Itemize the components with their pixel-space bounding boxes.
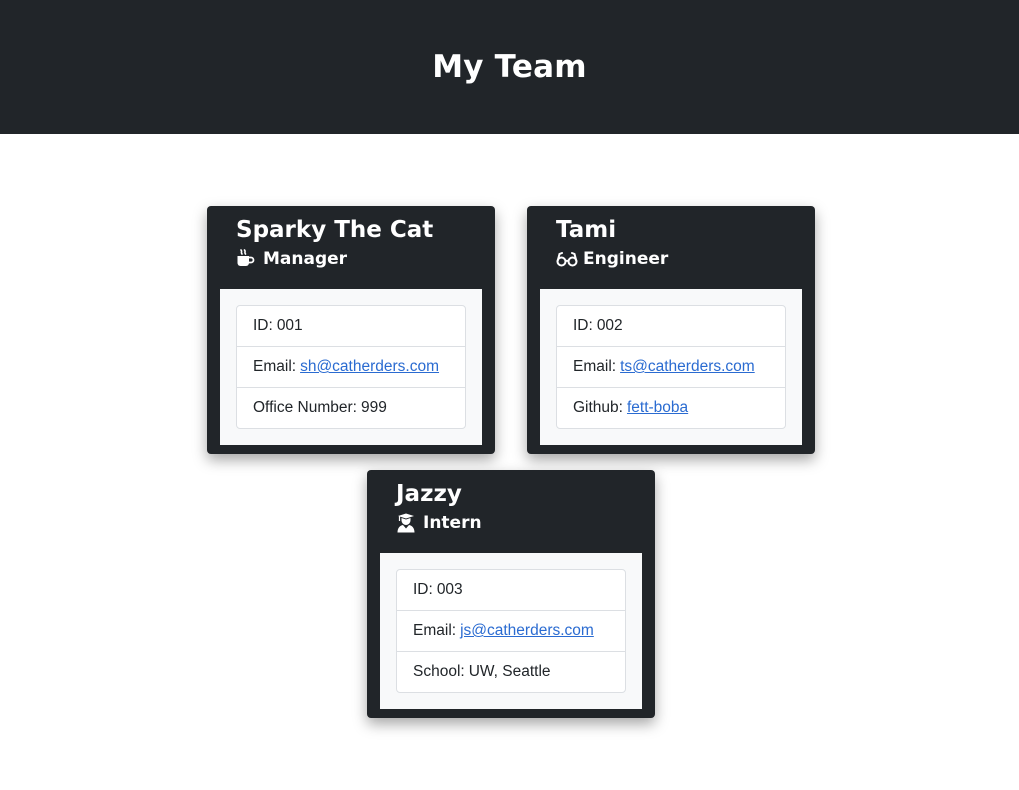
employee-card-intern: Jazzy Intern ID: 003 Email: js@catherder…: [367, 470, 655, 718]
id-value: 002: [596, 317, 623, 334]
page-title: My Team: [432, 49, 587, 85]
id-value: 003: [436, 581, 463, 598]
email-link[interactable]: ts@catherders.com: [620, 358, 755, 376]
email-link[interactable]: sh@catherders.com: [300, 358, 439, 376]
card-body: ID: 003 Email: js@catherders.com School:…: [380, 553, 642, 709]
id-item: ID: 002: [557, 306, 785, 347]
email-link[interactable]: js@catherders.com: [460, 622, 594, 640]
office-number-label: Office Number:: [253, 399, 357, 416]
id-value: 001: [276, 317, 303, 334]
card-header: Tami Engineer: [556, 214, 805, 271]
employee-name: Jazzy: [396, 481, 462, 507]
email-item: Email: ts@catherders.com: [557, 347, 785, 388]
glasses-icon: [556, 249, 578, 269]
office-number-value: 999: [360, 399, 387, 416]
card-body: ID: 001 Email: sh@catherders.com Office …: [220, 289, 482, 445]
email-label: Email:: [573, 358, 617, 375]
employee-role: Engineer: [556, 247, 805, 271]
info-list: ID: 003 Email: js@catherders.com School:…: [396, 569, 626, 693]
school-label: School:: [413, 663, 465, 680]
role-label: Intern: [423, 513, 482, 533]
employee-role: Manager: [236, 247, 485, 271]
email-label: Email:: [413, 622, 457, 639]
info-list: ID: 001 Email: sh@catherders.com Office …: [236, 305, 466, 429]
mug-hot-icon: [236, 249, 258, 269]
employee-role: Intern: [396, 511, 645, 535]
employee-card-engineer: Tami Engineer ID: 002 Email: ts@catherde…: [527, 206, 815, 454]
employee-name: Sparky The Cat: [236, 217, 434, 243]
card-header: Jazzy Intern: [396, 478, 645, 535]
github-link[interactable]: fett-boba: [627, 399, 688, 417]
id-item: ID: 003: [397, 570, 625, 611]
employee-card-manager: Sparky The Cat Manager ID: 001 Email: sh…: [207, 206, 495, 454]
office-number-item: Office Number: 999: [237, 388, 465, 428]
id-label: ID:: [413, 581, 433, 598]
github-label: Github:: [573, 399, 623, 416]
role-label: Manager: [263, 249, 348, 269]
email-item: Email: js@catherders.com: [397, 611, 625, 652]
email-label: Email:: [253, 358, 297, 375]
role-label: Engineer: [583, 249, 669, 269]
page-header: My Team: [0, 0, 1019, 134]
github-item: Github: fett-boba: [557, 388, 785, 428]
id-item: ID: 001: [237, 306, 465, 347]
email-item: Email: sh@catherders.com: [237, 347, 465, 388]
user-graduate-icon: [396, 513, 418, 533]
school-item: School: UW, Seattle: [397, 652, 625, 692]
id-label: ID:: [253, 317, 273, 334]
info-list: ID: 002 Email: ts@catherders.com Github:…: [556, 305, 786, 429]
id-label: ID:: [573, 317, 593, 334]
school-value: UW, Seattle: [468, 663, 551, 680]
card-header: Sparky The Cat Manager: [236, 214, 485, 271]
card-body: ID: 002 Email: ts@catherders.com Github:…: [540, 289, 802, 445]
employee-name: Tami: [556, 217, 617, 243]
